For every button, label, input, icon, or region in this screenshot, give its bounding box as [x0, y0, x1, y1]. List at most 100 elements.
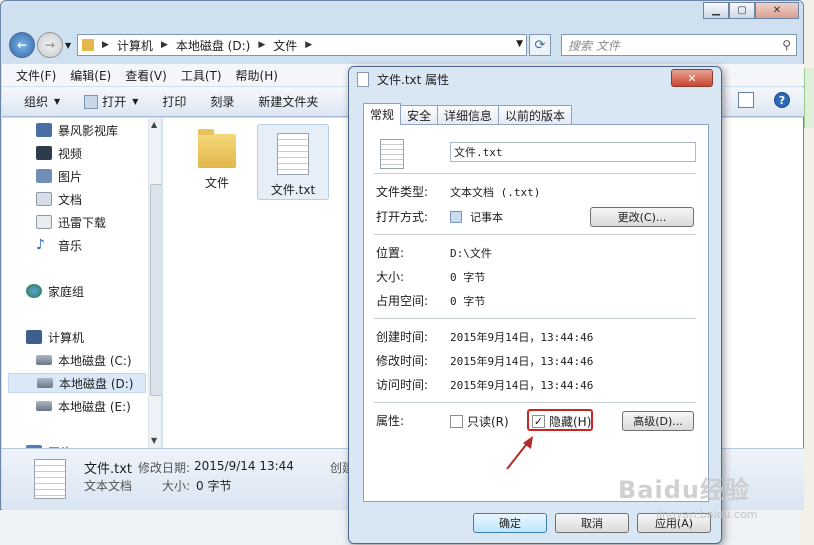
nav-item-documents[interactable]: 文档 — [36, 189, 82, 209]
readonly-check-box[interactable] — [450, 415, 463, 428]
print-button[interactable]: 打印 — [162, 93, 186, 110]
computer-icon — [26, 330, 42, 344]
menu-file[interactable]: 文件(F) — [16, 67, 56, 84]
dialog-close-button[interactable]: ✕ — [671, 69, 713, 87]
music-icon: ♪ — [36, 237, 45, 253]
nav-scrollbar[interactable]: ▲ ▼ — [148, 118, 161, 448]
back-button[interactable]: ← — [9, 32, 35, 58]
new-folder-button[interactable]: 新建文件夹 — [258, 93, 318, 110]
tab-label: 安全 — [407, 109, 432, 123]
readonly-label: 只读(R) — [467, 415, 509, 429]
watermark-logo: Baidu经验 — [618, 476, 750, 504]
type-value: 文本文档 (.txt) — [450, 186, 541, 199]
burn-button[interactable]: 刻录 — [210, 93, 234, 110]
download-folder-icon — [36, 215, 52, 229]
nav-item-drive-c[interactable]: 本地磁盘 (C:) — [36, 350, 132, 370]
size-label: 大小: — [376, 270, 405, 284]
breadcrumb-folder[interactable]: 文件 — [273, 37, 297, 54]
library-icon — [36, 123, 52, 137]
filename-field[interactable]: 文件.txt — [450, 142, 696, 162]
watermark-url: jingyan.baidu.com — [656, 508, 758, 521]
scroll-up-icon[interactable]: ▲ — [151, 120, 157, 129]
file-item-txt[interactable]: 文件.txt — [257, 124, 329, 200]
file-name: 文件.txt — [270, 183, 316, 197]
nav-item-computer[interactable]: 计算机 — [26, 327, 84, 347]
scrollbar-thumb[interactable] — [150, 184, 161, 396]
dialog-tabs: 常规 安全 详细信息 以前的版本 — [363, 103, 573, 125]
nav-label: 音乐 — [58, 238, 83, 253]
search-icon[interactable]: ⚲ — [782, 38, 791, 52]
maximize-button[interactable]: ▢ — [729, 2, 755, 19]
caption-buttons: ▁ ▢ ✕ — [703, 2, 799, 19]
search-input[interactable]: 搜索 文件 ⚲ — [561, 34, 797, 56]
picture-icon — [36, 169, 52, 183]
refresh-button[interactable]: ⟳ — [529, 34, 551, 56]
tab-details[interactable]: 详细信息 — [437, 105, 500, 125]
file-item-folder[interactable]: 文件 — [181, 124, 253, 200]
nav-item-youku[interactable]: 暴风影视库 — [36, 120, 118, 140]
open-with-app: 记事本 — [470, 211, 503, 224]
breadcrumb-computer[interactable]: 计算机 — [117, 37, 153, 54]
divider — [374, 234, 696, 235]
tab-general[interactable]: 常规 — [363, 103, 402, 125]
change-button[interactable]: 更改(C)... — [590, 207, 694, 227]
advanced-button[interactable]: 高级(D)... — [622, 411, 694, 431]
breadcrumb-separator-icon: ▶ — [160, 40, 168, 50]
tab-security[interactable]: 安全 — [400, 105, 439, 125]
drive-icon — [37, 378, 53, 388]
nav-label: 本地磁盘 (D:) — [59, 376, 134, 391]
modified-value: 2015年9月14日，13:44:46 — [450, 355, 594, 368]
navigation-pane: 暴风影视库 视频 图片 文档 迅雷下载 ♪ 音乐 家庭组 计算机 本地磁盘 (C:… — [2, 118, 162, 448]
nav-item-homegroup[interactable]: 家庭组 — [26, 281, 84, 301]
ok-button[interactable]: 确定 — [473, 513, 547, 533]
nav-item-drive-d[interactable]: 本地磁盘 (D:) — [8, 373, 146, 393]
organize-label: 组织 — [24, 95, 49, 109]
tab-previous-versions[interactable]: 以前的版本 — [498, 105, 573, 125]
nav-label: 家庭组 — [48, 284, 85, 299]
scroll-down-icon[interactable]: ▼ — [151, 436, 157, 445]
help-icon[interactable]: ? — [774, 92, 790, 108]
cancel-button[interactable]: 取消 — [555, 513, 629, 533]
menu-view[interactable]: 查看(V) — [125, 67, 167, 84]
open-button[interactable]: 打开 ▼ — [84, 93, 138, 110]
tab-label: 以前的版本 — [505, 109, 566, 123]
tab-label: 常规 — [370, 108, 395, 122]
menu-edit[interactable]: 编辑(E) — [70, 67, 111, 84]
folder-icon — [198, 129, 236, 168]
notepad-icon — [84, 94, 99, 109]
nav-label: 迅雷下载 — [58, 215, 107, 230]
nav-item-pictures[interactable]: 图片 — [36, 166, 82, 186]
nav-item-videos[interactable]: 视频 — [36, 143, 82, 163]
close-button[interactable]: ✕ — [755, 2, 799, 19]
accessed-label: 访问时间: — [376, 378, 429, 392]
details-size-value: 0 字节 — [196, 479, 232, 493]
organize-button[interactable]: 组织 ▼ — [24, 93, 60, 110]
breadcrumb-drive-d[interactable]: 本地磁盘 (D:) — [176, 37, 250, 54]
size-value: 0 字节 — [450, 271, 486, 284]
menu-tools[interactable]: 工具(T) — [181, 67, 222, 84]
recent-pages-icon[interactable]: ▼ — [65, 41, 71, 50]
background-window-edge — [804, 68, 814, 128]
nav-item-music[interactable]: ♪ 音乐 — [36, 235, 82, 255]
open-with-value: 记事本 — [450, 209, 503, 225]
chevron-down-icon: ▼ — [54, 97, 61, 106]
nav-item-drive-e[interactable]: 本地磁盘 (E:) — [36, 396, 131, 416]
homegroup-icon — [26, 284, 42, 298]
nav-item-thunder[interactable]: 迅雷下载 — [36, 212, 106, 232]
preview-pane-icon[interactable] — [738, 92, 754, 108]
forward-button[interactable]: → — [37, 32, 63, 58]
readonly-checkbox[interactable]: 只读(R) — [450, 413, 509, 430]
details-modified-label: 修改日期: — [138, 461, 191, 475]
breadcrumb-separator-icon: ▶ — [258, 40, 266, 50]
new-folder-label: 新建文件夹 — [258, 95, 319, 109]
details-size-label: 大小: — [162, 479, 191, 493]
search-placeholder: 搜索 文件 — [568, 38, 620, 53]
nav-label: 暴风影视库 — [58, 123, 119, 138]
address-bar[interactable]: ▶ 计算机 ▶ 本地磁盘 (D:) ▶ 文件 ▶ ▼ — [77, 34, 527, 56]
cancel-label: 取消 — [581, 517, 603, 530]
breadcrumb-separator-icon: ▶ — [102, 40, 109, 50]
menu-help[interactable]: 帮助(H) — [236, 67, 278, 84]
chevron-down-icon[interactable]: ▼ — [516, 39, 523, 49]
tab-label: 详细信息 — [444, 109, 493, 123]
minimize-button[interactable]: ▁ — [703, 2, 729, 19]
